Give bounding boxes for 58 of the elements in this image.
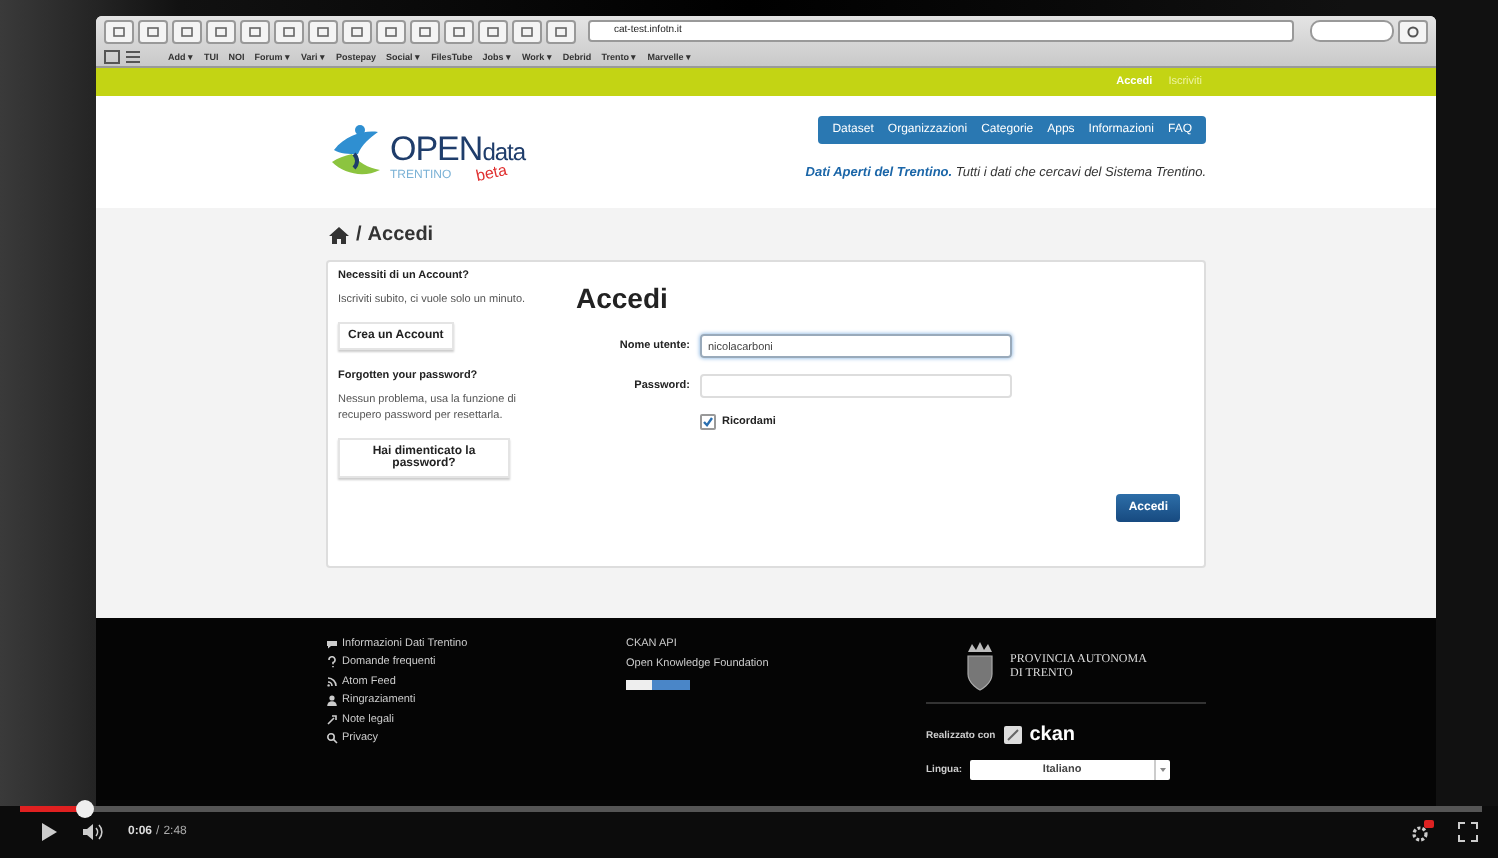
toolbar-button[interactable] [206,19,236,43]
toolbar-glyph-icon [350,25,364,37]
reader-button[interactable] [1398,19,1428,43]
toolbar-button[interactable] [138,19,168,43]
toolbar-button[interactable] [104,19,134,43]
input-field[interactable] [700,374,1012,398]
toolbar-glyph-icon [316,25,330,37]
logo-wordmark: OPENdata [390,131,526,165]
toolbar-glyph-icon [112,25,126,37]
progress-track[interactable] [20,806,1482,812]
coat-of-arms-icon [962,640,998,692]
beta-label: beta [474,161,508,185]
toolbar-glyph-icon [248,25,262,37]
speech-bubble-icon [326,638,338,650]
toolbar-button[interactable] [274,19,304,43]
toolbar-button[interactable] [240,19,270,43]
arrow-icon [326,713,338,726]
checkbox[interactable] [700,414,716,430]
breadcrumb-current: Accedi [367,223,434,245]
circle-icon [1406,25,1420,37]
toolbar-glyph-icon [486,25,500,37]
toolbar-glyph-icon [452,25,466,37]
toolbar-button[interactable] [546,19,576,43]
settings-icon[interactable] [1410,820,1434,844]
question-mark-icon [326,656,338,669]
form-title: Accedi [576,282,670,314]
dropdown-caret-icon [1154,760,1171,780]
search-field[interactable] [1310,20,1394,42]
ckan-logo-icon [1003,726,1022,744]
fullscreen-icon[interactable] [1458,822,1478,842]
toolbar-button[interactable] [342,19,372,43]
toolbar-glyph-icon [214,25,228,37]
toolbar-button[interactable] [444,19,474,43]
toolbar-glyph-icon [520,25,534,37]
home-icon[interactable] [328,225,350,243]
toolbar-glyph-icon [282,25,296,37]
toolbar-glyph-icon [180,25,194,37]
toolbar-glyph-icon [146,25,160,37]
ckan-logo-text: ckan [1029,724,1076,746]
toolbar-glyph-icon [554,25,568,37]
progress-handle[interactable] [76,800,95,818]
person-icon [326,694,338,707]
toolbar-glyph-icon [384,25,398,37]
bookmarks-icon[interactable] [104,49,144,63]
toolbar-button[interactable] [512,19,542,43]
toolbar-button[interactable] [308,19,338,43]
toolbar-button[interactable] [410,19,440,43]
toolbar-button[interactable] [478,19,508,43]
open-data-badge [626,680,690,690]
search-icon [326,731,338,744]
toolbar-button[interactable] [376,19,406,43]
toolbar-glyph-icon [418,25,432,37]
toolbar-button[interactable] [172,19,202,43]
play-icon[interactable] [40,822,58,842]
volume-icon[interactable] [82,822,104,842]
check-icon [702,416,714,428]
breadcrumb-separator: / [356,223,362,245]
rss-icon [326,675,338,688]
